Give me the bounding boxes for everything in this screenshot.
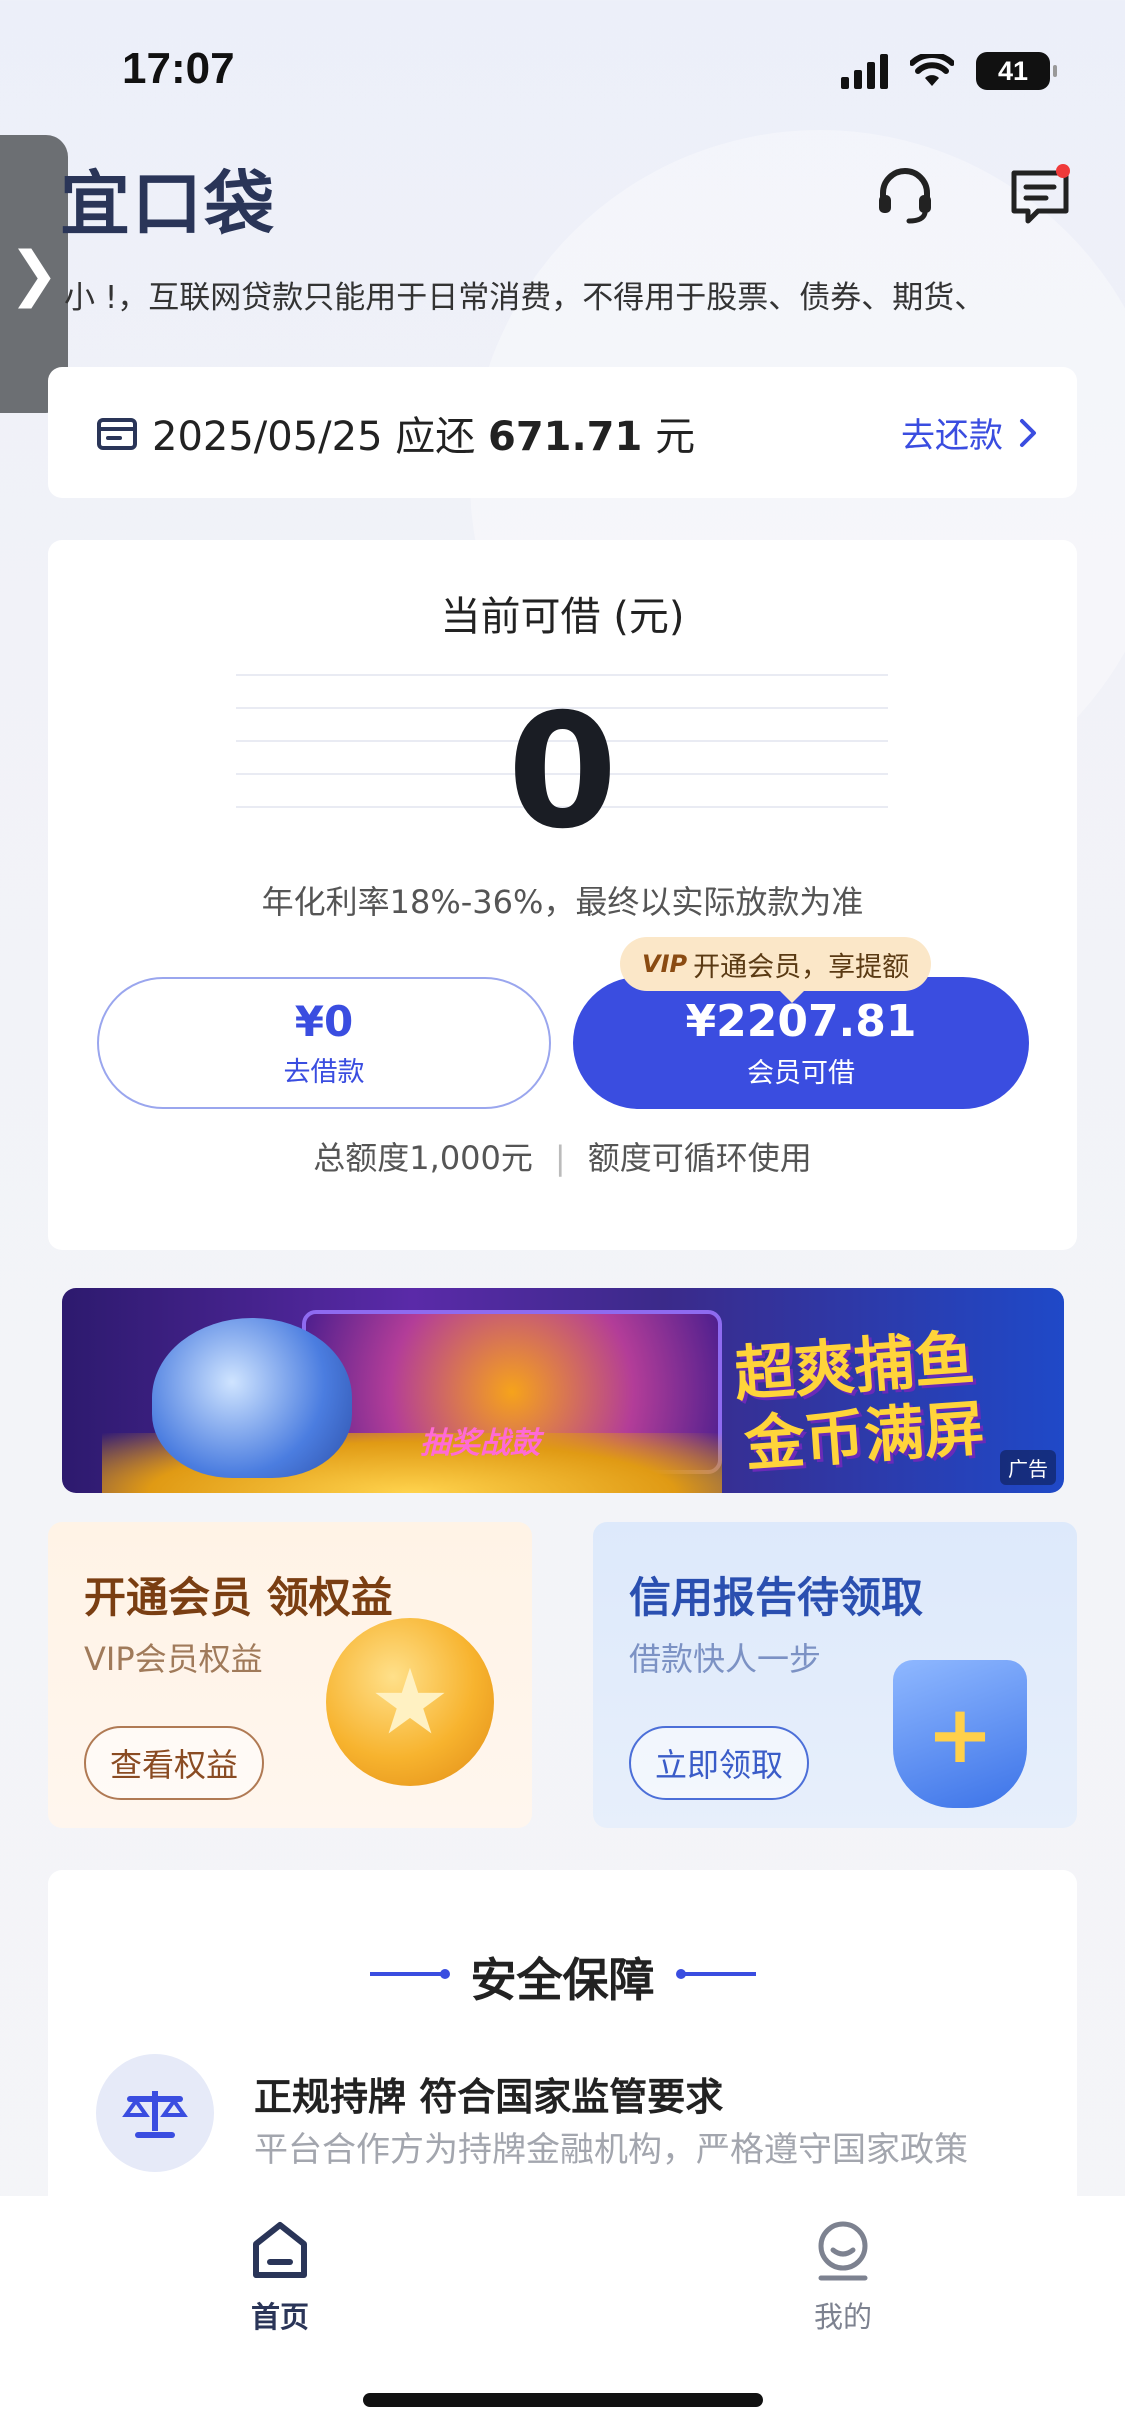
safety-item-desc: 平台合作方为持牌金融机构，严格遵守国家政策 — [254, 2130, 968, 2170]
nav-me[interactable]: 我的 — [763, 2220, 923, 2336]
nav-home[interactable]: 首页 — [200, 2220, 360, 2336]
vip-tip-text: 开通会员，享提额 — [693, 951, 910, 983]
rate-note: 年化利率18%-36%，最终以实际放款为准 — [261, 883, 864, 921]
credit-title: 当前可借 (元) — [440, 594, 685, 640]
ad-tag: 广告 — [1000, 1450, 1056, 1485]
repay-summary: 2025/05/25 应还 671.71 元 — [152, 404, 695, 462]
banner-slogan-line2: 金币满屏 — [742, 1393, 987, 1481]
unread-dot — [1056, 164, 1070, 178]
status-icons: 41 — [841, 52, 1057, 90]
repay-amount: 671.71 — [487, 413, 643, 460]
repay-card[interactable]: 2025/05/25 应还 671.71 元 去还款 — [48, 367, 1077, 498]
repay-button-label: 去还款 — [901, 416, 1003, 456]
vip-label: 会员可借 — [747, 1058, 855, 1089]
home-icon — [253, 2222, 307, 2278]
balance-scale-icon — [96, 2054, 214, 2172]
vip-promo-card[interactable]: 开通会员 领权益 VIP会员权益 查看权益 ★ — [48, 1522, 532, 1828]
vip-amount: ¥2207.81 — [685, 996, 917, 1047]
chevron-right-icon: ❯ — [8, 239, 60, 309]
view-benefits-button[interactable]: 查看权益 — [84, 1726, 265, 1800]
nav-me-label: 我的 — [813, 2300, 872, 2334]
credit-report-card[interactable]: 信用报告待领取 借款快人一步 立即领取 + — [593, 1522, 1077, 1828]
safety-title: 安全保障 — [470, 1953, 655, 2007]
notice-marquee: 小 !，互联网贷款只能用于日常消费，不得用于股票、债券、期货、 — [64, 280, 986, 316]
banner-shark-image — [152, 1318, 352, 1478]
credit-report-subtitle: 借款快人一步 — [629, 1640, 822, 1678]
vip-tip-bubble[interactable]: VIP 开通会员，享提额 — [620, 937, 932, 1003]
vip-promo-subtitle: VIP会员权益 — [84, 1640, 263, 1678]
repay-date: 2025/05/25 — [152, 413, 383, 460]
shield-icon: + — [893, 1660, 1027, 1808]
customer-service-icon[interactable] — [873, 163, 937, 227]
user-icon — [818, 2221, 868, 2281]
banner-badge: 抽奖战鼓 — [420, 1426, 540, 1461]
credit-available-value: 0 — [507, 680, 618, 864]
total-quota: 总额度1,000元 — [313, 1139, 533, 1177]
bill-icon — [97, 417, 137, 450]
title-decoration-right — [676, 1969, 756, 1979]
vip-tag: VIP — [642, 950, 688, 978]
star-coin-icon: ★ — [326, 1618, 494, 1786]
quota-note: 额度可循环使用 — [587, 1139, 812, 1177]
vip-promo-title: 开通会员 领权益 — [84, 1573, 393, 1622]
ad-banner[interactable]: 抽奖战鼓 超爽捕鱼 金币满屏 广告 — [62, 1288, 1064, 1493]
message-icon[interactable] — [1008, 163, 1072, 227]
divider: | — [554, 1139, 566, 1177]
credit-card: 当前可借 (元) 0 年化利率18%-36%，最终以实际放款为准 ¥0 去借款 … — [48, 540, 1077, 1250]
borrow-label: 去借款 — [283, 1057, 365, 1088]
claim-now-button[interactable]: 立即领取 — [629, 1726, 810, 1800]
nav-home-label: 首页 — [250, 2300, 309, 2334]
signal-icon — [841, 53, 888, 89]
repay-button[interactable]: 去还款 — [901, 408, 1037, 457]
status-time: 17:07 — [122, 44, 235, 93]
safety-item-title: 正规持牌 符合国家监管要求 — [254, 2075, 724, 2119]
app-title: 宜口袋 — [60, 163, 276, 245]
wifi-icon — [910, 54, 954, 86]
chevron-right-icon — [1020, 418, 1036, 447]
quota-info: 总额度1,000元 | 额度可循环使用 — [48, 1133, 1077, 1179]
home-indicator — [363, 2393, 763, 2407]
battery-icon: 41 — [976, 52, 1057, 90]
repay-prefix: 应还 — [395, 413, 476, 460]
borrow-button[interactable]: ¥0 去借款 — [97, 977, 551, 1109]
borrow-amount: ¥0 — [294, 997, 354, 1046]
credit-report-title: 信用报告待领取 — [629, 1573, 924, 1622]
repay-unit: 元 — [655, 413, 696, 460]
